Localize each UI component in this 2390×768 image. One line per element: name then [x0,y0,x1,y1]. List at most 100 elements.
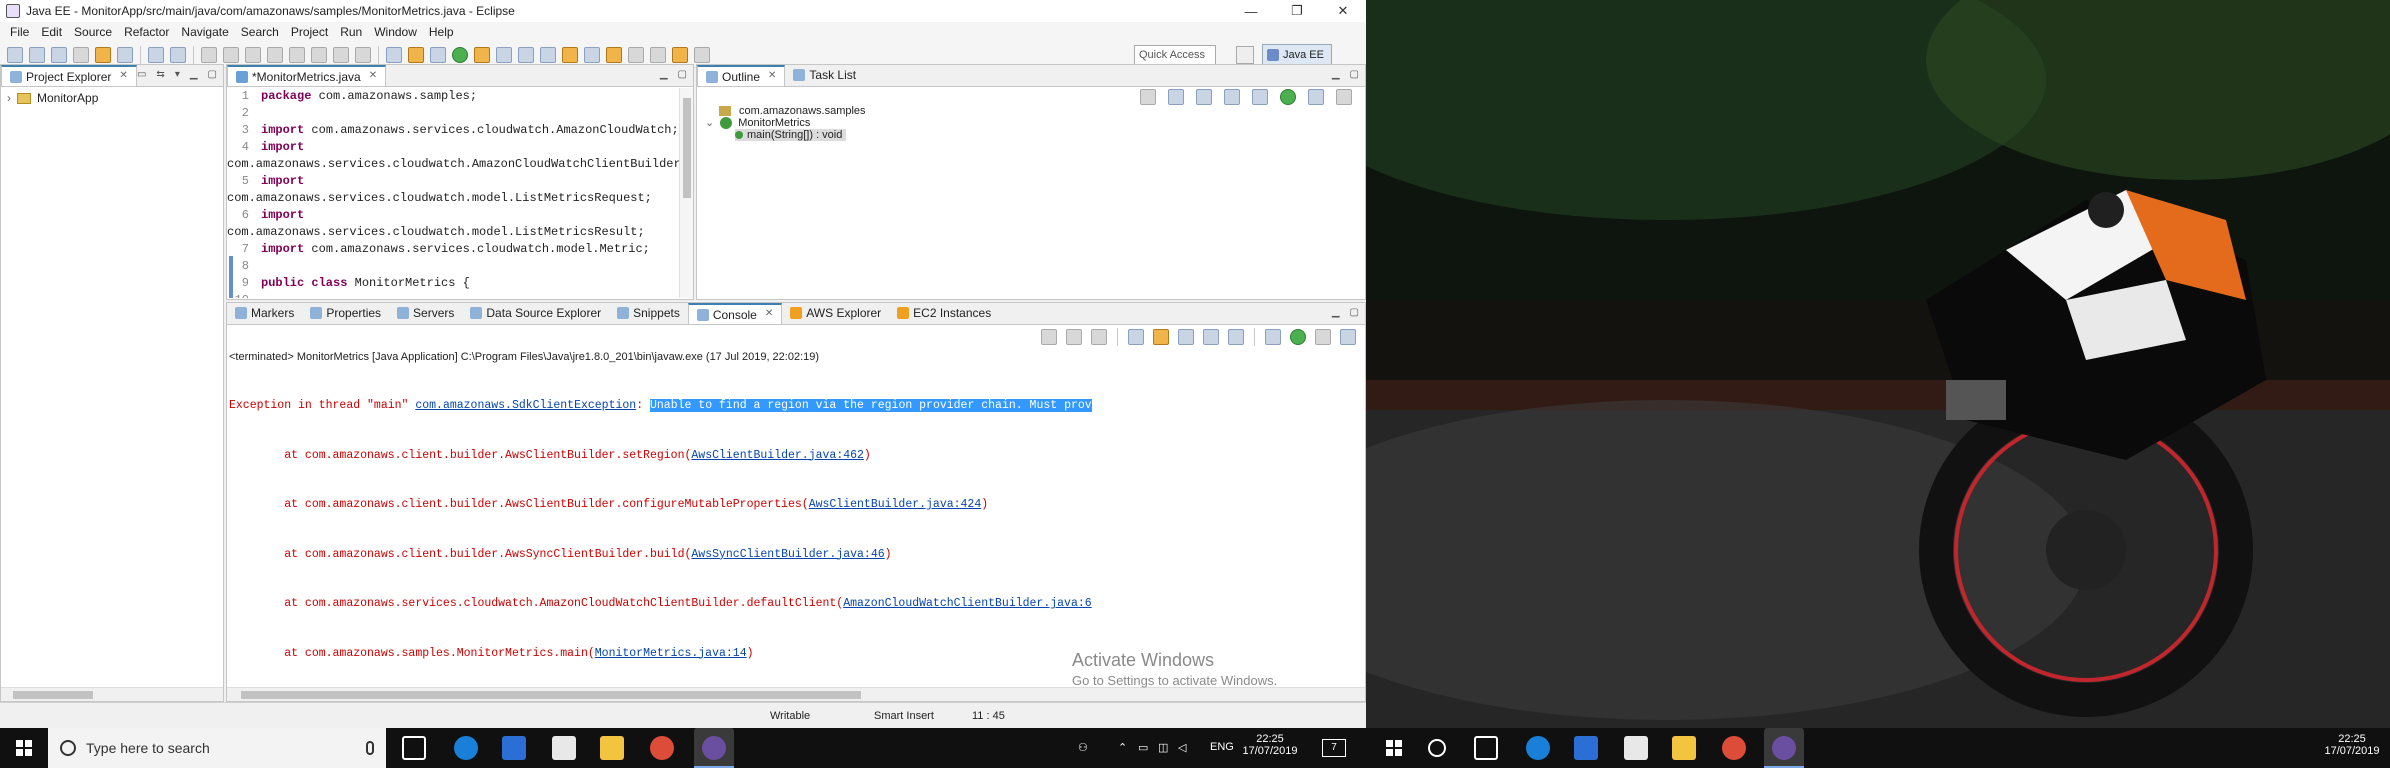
new-icon[interactable] [7,46,23,63]
eclipse-taskbar-button[interactable] [694,728,734,768]
minimize-view-icon[interactable]: ▁ [1332,307,1340,318]
disconnect-icon[interactable] [289,46,305,63]
step-over-icon[interactable] [333,46,349,63]
microphone-icon[interactable] [366,741,374,755]
hide-nonpublic-icon[interactable] [1280,89,1296,105]
resume-icon[interactable] [223,46,239,63]
chrome-icon-2[interactable] [1722,736,1746,760]
minimize-view-icon[interactable]: ▁ [660,69,668,80]
tree-item-project[interactable]: › MonitorApp [1,87,223,109]
menu-help[interactable]: Help [423,25,460,39]
toggle-mark-icon[interactable] [95,46,111,63]
battery-icon[interactable]: ▭ [1138,741,1148,754]
menu-run[interactable]: Run [334,25,368,39]
scroll-lock-icon[interactable] [1153,329,1169,345]
tab-properties[interactable]: Properties [302,303,389,324]
link-editor-icon[interactable]: ⇆ [156,69,164,80]
horizontal-scrollbar[interactable] [1,687,223,701]
store-icon-2[interactable] [1574,736,1598,760]
forward-icon[interactable] [694,46,710,63]
print-icon[interactable] [73,46,89,63]
tab-task-list[interactable]: Task List [785,65,864,86]
menu-source[interactable]: Source [68,25,118,39]
sort-icon[interactable] [1196,89,1212,105]
tab-console[interactable]: Console ✕ [687,303,783,324]
view-menu-icon[interactable]: ▾ [175,69,180,80]
task-view-icon[interactable] [402,736,426,760]
collapse-all-icon[interactable]: ▭ [137,69,146,80]
maximize-view-icon[interactable]: ▢ [1350,69,1359,80]
save-all-icon[interactable] [51,46,67,63]
hide-fields-icon[interactable] [1224,89,1240,105]
view-menu-icon[interactable] [1336,89,1352,105]
console-horizontal-scrollbar[interactable] [227,687,1365,701]
menu-search[interactable]: Search [235,25,285,39]
suspend-icon[interactable] [245,46,261,63]
tab-aws-explorer[interactable]: AWS Explorer [782,303,889,324]
new-console-icon[interactable] [1340,329,1356,345]
save-icon[interactable] [29,46,45,63]
stack-frame-link[interactable]: AwsSyncClientBuilder.java:46 [691,548,884,561]
restore-button[interactable]: ❐ [1274,0,1320,22]
back-icon[interactable] [672,46,688,63]
close-tab-icon[interactable]: ✕ [369,70,377,81]
outline-package[interactable]: com.amazonaws.samples [719,105,1365,117]
menu-refactor[interactable]: Refactor [118,25,175,39]
pin-icon[interactable] [201,46,217,63]
expand-arrow-icon[interactable]: › [7,91,11,105]
console-output[interactable]: Exception in thread "main" com.amazonaws… [227,365,1347,695]
edge-icon[interactable] [454,736,478,760]
show-on-stdout-icon[interactable] [1203,329,1219,345]
outline-class[interactable]: ⌄ MonitorMetrics [705,117,1365,129]
tab-project-explorer[interactable]: Project Explorer ✕ [1,65,137,86]
minimize-button[interactable]: — [1228,0,1274,22]
show-on-stderr-icon[interactable] [1228,329,1244,345]
remove-launch-icon[interactable] [1066,329,1082,345]
stack-frame-link[interactable]: AwsClientBuilder.java:462 [691,449,864,462]
open-task-icon[interactable] [170,46,186,63]
maximize-view-icon[interactable]: ▢ [208,69,217,80]
word-wrap-icon[interactable] [1178,329,1194,345]
menu-file[interactable]: File [4,25,35,39]
minimize-view-icon[interactable]: ▁ [1332,69,1340,80]
action-center-icon[interactable]: 7 [1322,739,1346,757]
hide-local-types-icon[interactable] [1308,89,1324,105]
open-perspective-icon[interactable] [386,46,402,63]
file-explorer-icon[interactable] [600,736,624,760]
tab-snippets[interactable]: Snippets [609,303,688,324]
terminate-icon[interactable] [267,46,283,63]
menu-navigate[interactable]: Navigate [175,25,234,39]
task-view-icon-2[interactable] [1474,736,1498,760]
start-button-2[interactable] [1370,728,1418,768]
collapse-arrow-icon[interactable]: ⌄ [705,117,714,129]
focus-icon[interactable] [1140,89,1156,105]
store-icon[interactable] [502,736,526,760]
network-icon[interactable]: ◫ [1158,741,1168,754]
tab-markers[interactable]: Markers [227,303,302,324]
new-server-icon[interactable] [408,46,424,63]
show-hidden-icons[interactable]: ⌃ [1118,741,1127,754]
edge-icon-2[interactable] [1526,736,1550,760]
close-tab-icon[interactable]: ✕ [119,70,127,81]
open-console-icon[interactable] [1315,329,1331,345]
java-ee-perspective-button[interactable]: Java EE [1262,44,1332,66]
toggle-block-icon[interactable] [117,46,133,63]
start-button[interactable] [0,728,48,768]
volume-icon[interactable]: ◁ [1178,741,1186,754]
tab-ec2-instances[interactable]: EC2 Instances [889,303,999,324]
tab-outline[interactable]: Outline ✕ [697,65,786,86]
close-tab-icon[interactable]: ✕ [765,308,773,319]
search-icon[interactable] [584,46,600,63]
close-button[interactable]: ✕ [1320,0,1366,22]
next-annotation-icon[interactable] [650,46,666,63]
editor-vertical-scrollbar[interactable] [679,88,693,298]
mail-icon[interactable] [552,736,576,760]
close-tab-icon[interactable]: ✕ [768,70,776,81]
external-tools-icon[interactable] [474,46,490,63]
aws-icon[interactable] [606,46,622,63]
step-return-icon[interactable] [355,46,371,63]
code-editor[interactable]: 1 package com.amazonaws.samples; 2 3 impor… [227,88,679,298]
open-type-icon[interactable] [148,46,164,63]
chrome-icon[interactable] [650,736,674,760]
new-java-project-icon[interactable] [496,46,512,63]
